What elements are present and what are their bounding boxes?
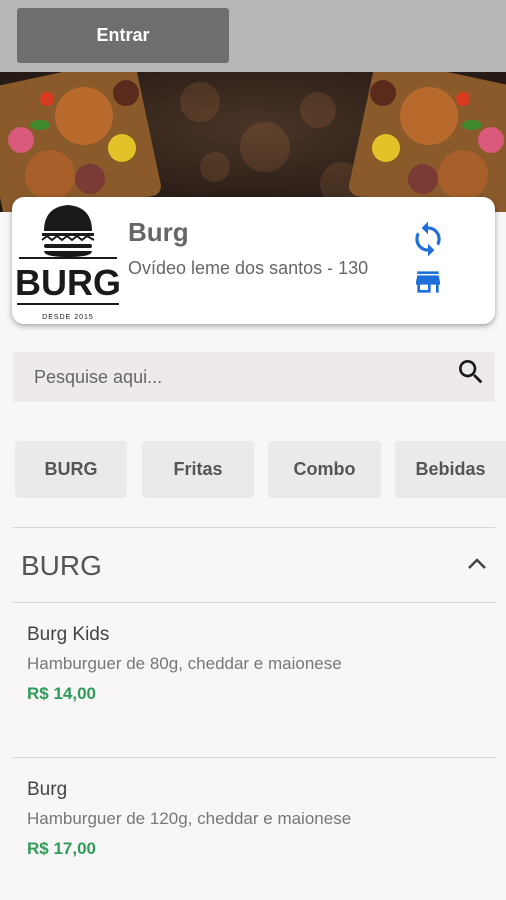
bokeh-light (180, 82, 220, 122)
herb (462, 120, 482, 130)
mustard-bowl (108, 134, 136, 162)
category-chip-burg[interactable]: BURG (15, 441, 127, 498)
section-header-burg[interactable]: BURG (13, 528, 495, 602)
product-description: Hamburguer de 120g, cheddar e maionese (27, 809, 352, 828)
category-chip-bebidas[interactable]: Bebidas (395, 441, 506, 498)
refresh-icon[interactable] (409, 220, 447, 258)
section-title: BURG (21, 550, 102, 581)
tomato (456, 92, 470, 106)
bokeh-light (240, 122, 290, 172)
search-input[interactable] (13, 352, 443, 402)
banner-image (0, 72, 506, 212)
meat (75, 164, 105, 194)
store-address: Ovídeo leme dos santos - 130 (128, 258, 369, 278)
product-description: Hamburguer de 80g, cheddar e maionese (27, 654, 342, 673)
product-price: R$ 17,00 (27, 839, 96, 858)
logo-text: BURG (15, 262, 121, 303)
bokeh-light (200, 152, 230, 182)
top-bar: Entrar (0, 0, 506, 72)
meat (408, 164, 438, 194)
burger (438, 150, 488, 200)
sauce-bowl (113, 80, 139, 106)
product-price: R$ 14,00 (27, 684, 96, 703)
product-name: Burg Kids (27, 624, 110, 645)
logo-subtext: DESDE 2015 (42, 314, 94, 321)
store-name: Burg (128, 217, 189, 247)
burger (55, 87, 113, 145)
burger (25, 150, 75, 200)
category-chip-combo[interactable]: Combo (268, 441, 381, 498)
divider (13, 602, 495, 603)
store-card: BURG DESDE 2015 Burg Ovídeo leme dos san… (12, 197, 495, 324)
category-tabs: BURG Fritas Combo Bebidas (15, 441, 506, 498)
burger (400, 87, 458, 145)
category-chip-fritas[interactable]: Fritas (142, 441, 254, 498)
storefront-icon[interactable] (411, 266, 445, 298)
product-item[interactable]: Burg Hamburguer de 120g, cheddar e maion… (13, 759, 495, 900)
store-logo: BURG DESDE 2015 (15, 205, 121, 321)
chevron-up-icon[interactable] (466, 556, 488, 572)
mustard-bowl (372, 134, 400, 162)
search-bar (13, 352, 495, 402)
herb (30, 120, 50, 130)
onion (478, 127, 504, 153)
product-name: Burg (27, 779, 68, 800)
search-icon[interactable] (455, 356, 487, 388)
sauce-bowl (370, 80, 396, 106)
divider (13, 757, 495, 758)
product-item[interactable]: Burg Kids Hamburguer de 80g, cheddar e m… (13, 604, 495, 754)
bokeh-light (300, 92, 336, 128)
tomato (40, 92, 54, 106)
login-button[interactable]: Entrar (17, 8, 229, 63)
onion (8, 127, 34, 153)
